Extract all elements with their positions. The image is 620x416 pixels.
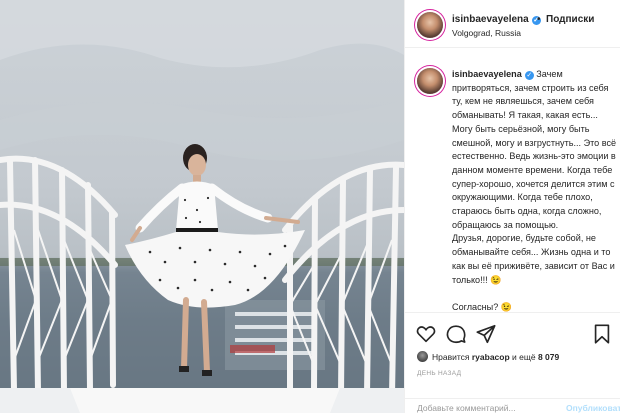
post-photo[interactable] <box>0 0 404 413</box>
caption-avatar[interactable] <box>417 68 443 94</box>
post-caption: isinbaevayelena ✓ Зачем притворяться, зач… <box>452 68 618 312</box>
likes-count[interactable]: 8 079 <box>538 352 559 362</box>
post-side-panel: isinbaevayelena ✓ • Подписки Volgograd, R… <box>404 0 620 413</box>
caption-text: Зачем притворяться, зачем строить из себ… <box>452 69 617 312</box>
caption-username[interactable]: isinbaevayelena <box>452 69 522 79</box>
comment-form: Опубликовать <box>405 398 620 416</box>
likes-middle: и ещё <box>509 352 538 362</box>
liker-username[interactable]: ryabacop <box>472 352 510 362</box>
post-timestamp[interactable]: ДЕНЬ НАЗАД <box>417 370 461 377</box>
header-username-text[interactable]: isinbaevayelena <box>452 14 529 25</box>
likes-prefix: Нравится <box>432 352 472 362</box>
share-icon[interactable] <box>475 323 497 345</box>
comments-area[interactable]: isinbaevayelena ✓ Зачем притворяться, зач… <box>405 60 620 312</box>
follow-separator: • <box>537 14 541 25</box>
location-link[interactable]: Volgograd, Russia <box>452 28 521 38</box>
bookmark-icon[interactable] <box>591 323 613 345</box>
header-username[interactable]: isinbaevayelena ✓ <box>452 14 541 25</box>
comment-bubble-icon[interactable] <box>445 323 467 345</box>
post-header: isinbaevayelena ✓ • Подписки Volgograd, R… <box>405 0 620 48</box>
likes-summary: Нравится ryabacop и ещё 8 079 <box>417 351 559 362</box>
photo-scene <box>0 0 404 413</box>
publish-button[interactable]: Опубликовать <box>566 403 620 413</box>
following-button[interactable]: Подписки <box>546 14 594 25</box>
heart-icon[interactable] <box>415 323 437 345</box>
verified-badge-icon: ✓ <box>524 71 534 80</box>
comment-input[interactable] <box>417 403 557 413</box>
profile-avatar[interactable] <box>417 12 443 38</box>
liker-avatar[interactable] <box>417 351 428 362</box>
post-actions: Нравится ryabacop и ещё 8 079 ДЕНЬ НАЗАД… <box>405 312 620 413</box>
